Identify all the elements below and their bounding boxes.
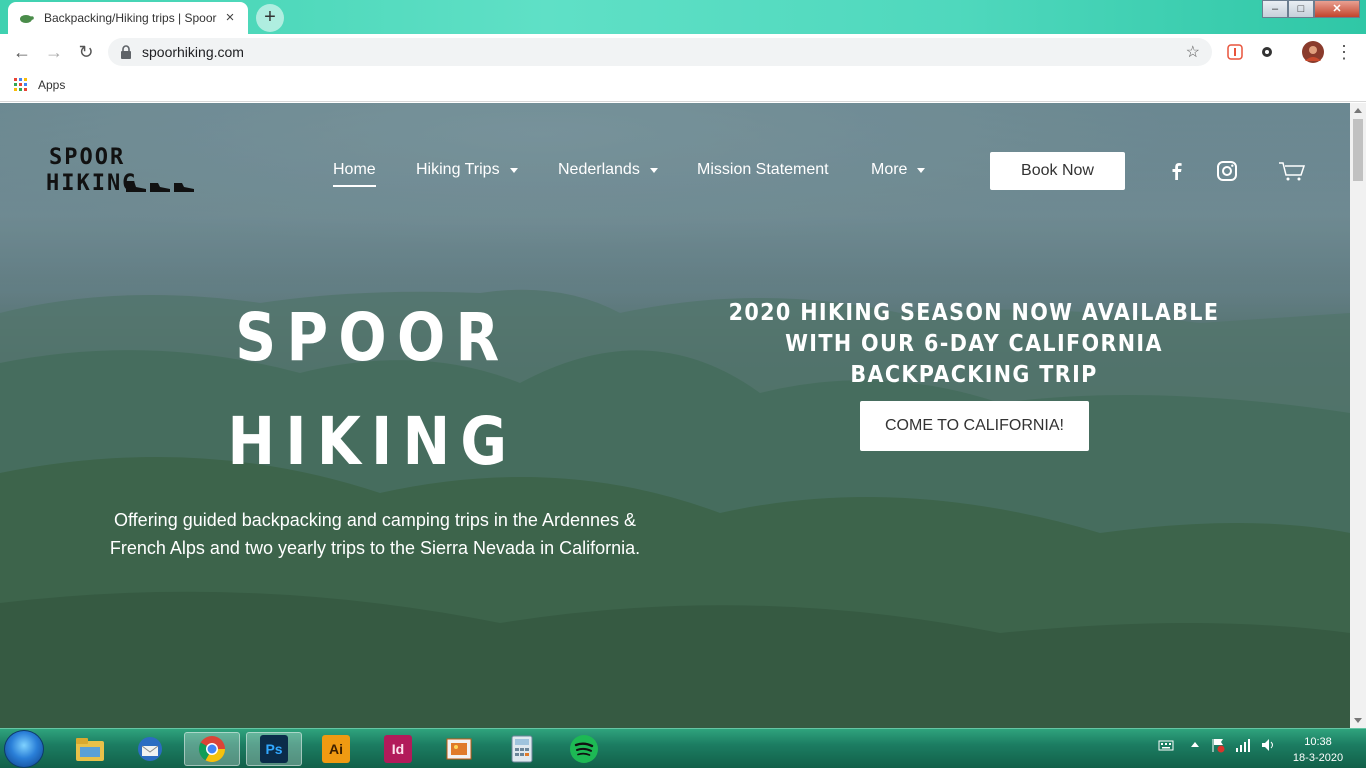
scroll-up-icon[interactable] bbox=[1354, 108, 1362, 113]
bookmarks-bar: Apps bbox=[0, 70, 1366, 102]
forward-arrow-icon[interactable]: → bbox=[42, 40, 66, 64]
hero-title-line1: SPOOR bbox=[235, 299, 510, 376]
season-announcement: 2020 HIKING SEASON NOW AVAILABLE WITH OU… bbox=[728, 300, 1220, 388]
tab-close-icon[interactable]: × bbox=[222, 10, 238, 26]
nav-home-label: Home bbox=[333, 161, 376, 178]
come-to-california-button[interactable]: COME TO CALIFORNIA! bbox=[860, 401, 1089, 451]
page-viewport: SPOOR HIKING Home Hiking Trips Nederland… bbox=[0, 103, 1350, 728]
close-window-button[interactable]: ✕ bbox=[1314, 0, 1360, 18]
url-text: spoorhiking.com bbox=[142, 44, 244, 60]
show-hidden-icons-arrow-icon[interactable] bbox=[1187, 737, 1203, 753]
photos-icon bbox=[446, 738, 472, 760]
taskbar-illustrator[interactable]: Ai bbox=[308, 732, 364, 766]
shopping-cart-icon[interactable] bbox=[1278, 159, 1306, 183]
site-logo[interactable]: SPOOR HIKING bbox=[46, 145, 198, 199]
clock-date: 18-3-2020 bbox=[1292, 752, 1344, 764]
folder-icon bbox=[76, 738, 104, 761]
instagram-icon[interactable] bbox=[1215, 159, 1239, 183]
system-clock[interactable]: 10:38 18-3-2020 bbox=[1284, 734, 1352, 766]
profile-avatar[interactable] bbox=[1302, 41, 1324, 63]
clock-time: 10:38 bbox=[1304, 736, 1332, 748]
taskbar-photo-viewer[interactable] bbox=[432, 732, 488, 766]
taskbar-file-explorer[interactable] bbox=[62, 732, 118, 766]
chevron-down-icon bbox=[917, 167, 926, 173]
extension-eye-icon[interactable] bbox=[1258, 43, 1276, 61]
nav-more[interactable]: More bbox=[871, 161, 926, 179]
illustrator-icon: Ai bbox=[322, 735, 350, 763]
bookmark-star-icon[interactable]: ☆ bbox=[1186, 42, 1200, 62]
taskbar-calculator[interactable] bbox=[494, 732, 550, 766]
taskbar-spotify[interactable] bbox=[556, 732, 612, 766]
logo-line1: SPOOR bbox=[49, 145, 126, 170]
nav-more-label: More bbox=[871, 161, 908, 178]
start-button[interactable] bbox=[4, 730, 44, 768]
taskbar-chrome[interactable] bbox=[184, 732, 240, 766]
hero-title-line2: HIKING bbox=[227, 403, 518, 480]
book-now-button[interactable]: Book Now bbox=[990, 152, 1125, 190]
apps-label: Apps bbox=[38, 78, 66, 92]
keyboard-icon[interactable] bbox=[1158, 737, 1174, 753]
nav-mission-statement[interactable]: Mission Statement bbox=[697, 161, 829, 179]
network-signal-icon[interactable] bbox=[1235, 737, 1251, 753]
taskbar-thunderbird[interactable] bbox=[122, 732, 178, 766]
nav-active-underline bbox=[333, 185, 376, 187]
indesign-icon: Id bbox=[384, 735, 412, 763]
address-bar[interactable]: spoorhiking.com ☆ bbox=[108, 38, 1212, 66]
scroll-down-icon[interactable] bbox=[1354, 718, 1362, 723]
browser-tab[interactable]: Backpacking/Hiking trips | Spoor × bbox=[8, 2, 248, 34]
boots-icon bbox=[126, 181, 194, 192]
browser-titlebar: Backpacking/Hiking trips | Spoor × + – □… bbox=[0, 0, 1366, 34]
new-tab-button[interactable]: + bbox=[256, 4, 284, 32]
scrollbar-thumb[interactable] bbox=[1353, 119, 1363, 181]
spotify-icon bbox=[570, 735, 598, 763]
chrome-menu-icon[interactable]: ⋮ bbox=[1332, 40, 1356, 64]
hero-subtitle: Offering guided backpacking and camping … bbox=[109, 510, 641, 558]
apps-grid-icon bbox=[14, 78, 27, 91]
tab-title: Backpacking/Hiking trips | Spoor bbox=[44, 11, 217, 25]
facebook-icon[interactable] bbox=[1165, 159, 1189, 183]
photoshop-icon: Ps bbox=[260, 735, 288, 763]
nav-home[interactable]: Home bbox=[333, 161, 376, 187]
window-controls: – □ ✕ bbox=[1262, 0, 1360, 20]
taskbar-indesign[interactable]: Id bbox=[370, 732, 426, 766]
chrome-icon bbox=[198, 736, 226, 763]
calculator-icon bbox=[511, 735, 533, 763]
nav-nederlands-label: Nederlands bbox=[558, 161, 640, 178]
reload-icon[interactable]: ↻ bbox=[74, 40, 98, 64]
apps-shortcut[interactable]: Apps bbox=[14, 78, 65, 92]
lock-icon bbox=[121, 45, 131, 59]
chevron-down-icon bbox=[509, 167, 518, 173]
page-scrollbar[interactable] bbox=[1350, 103, 1366, 728]
turtle-favicon-icon bbox=[20, 15, 34, 23]
taskbar-photoshop[interactable]: Ps bbox=[246, 732, 302, 766]
extension-red-icon[interactable] bbox=[1226, 43, 1244, 61]
volume-icon[interactable] bbox=[1260, 737, 1276, 753]
nav-hiking-trips-label: Hiking Trips bbox=[416, 161, 500, 178]
nav-mission-label: Mission Statement bbox=[697, 161, 829, 178]
minimize-button[interactable]: – bbox=[1262, 0, 1288, 18]
nav-nederlands[interactable]: Nederlands bbox=[558, 161, 658, 179]
mail-bird-icon bbox=[138, 737, 162, 761]
nav-hiking-trips[interactable]: Hiking Trips bbox=[416, 161, 518, 179]
action-center-flag-icon[interactable] bbox=[1210, 737, 1226, 753]
chevron-down-icon bbox=[649, 167, 658, 173]
back-arrow-icon[interactable]: ← bbox=[10, 40, 34, 64]
maximize-button[interactable]: □ bbox=[1288, 0, 1314, 18]
windows-taskbar: Ps Ai Id 10:38 18-3-2020 bbox=[0, 728, 1366, 768]
